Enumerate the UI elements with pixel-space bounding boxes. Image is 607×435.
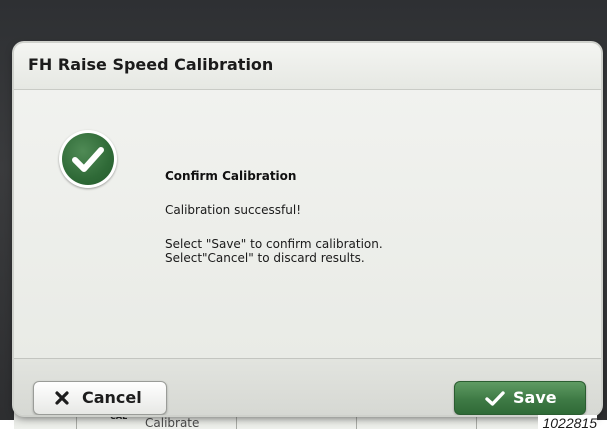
save-button[interactable]: Save <box>454 381 586 415</box>
cancel-button-label: Cancel <box>82 388 142 407</box>
calibrate-label: Calibrate <box>145 417 200 429</box>
dialog-title: FH Raise Speed Calibration <box>28 55 274 74</box>
save-instruction: Select "Save" to confirm calibration. <box>165 237 383 251</box>
x-icon <box>55 391 69 405</box>
dialog-header: FH Raise Speed Calibration <box>14 43 601 90</box>
checkmark-glyph-icon <box>72 147 104 172</box>
check-circle-icon <box>59 130 117 188</box>
message-heading: Confirm Calibration <box>165 169 297 183</box>
checkmark-icon <box>485 391 505 406</box>
dialog-body <box>14 90 601 358</box>
cancel-button[interactable]: Cancel <box>33 381 167 415</box>
dialog-footer: Cancel Save <box>14 358 601 415</box>
calibration-dialog: FH Raise Speed Calibration Confirm Calib… <box>14 43 601 415</box>
success-message: Calibration successful! <box>165 203 302 217</box>
save-button-label: Save <box>513 388 557 407</box>
screen: CAL Calibrate FH Raise Speed Calibration… <box>0 0 607 435</box>
figure-number: 1022815 <box>538 415 597 431</box>
cancel-instruction: Select"Cancel" to discard results. <box>165 251 365 265</box>
